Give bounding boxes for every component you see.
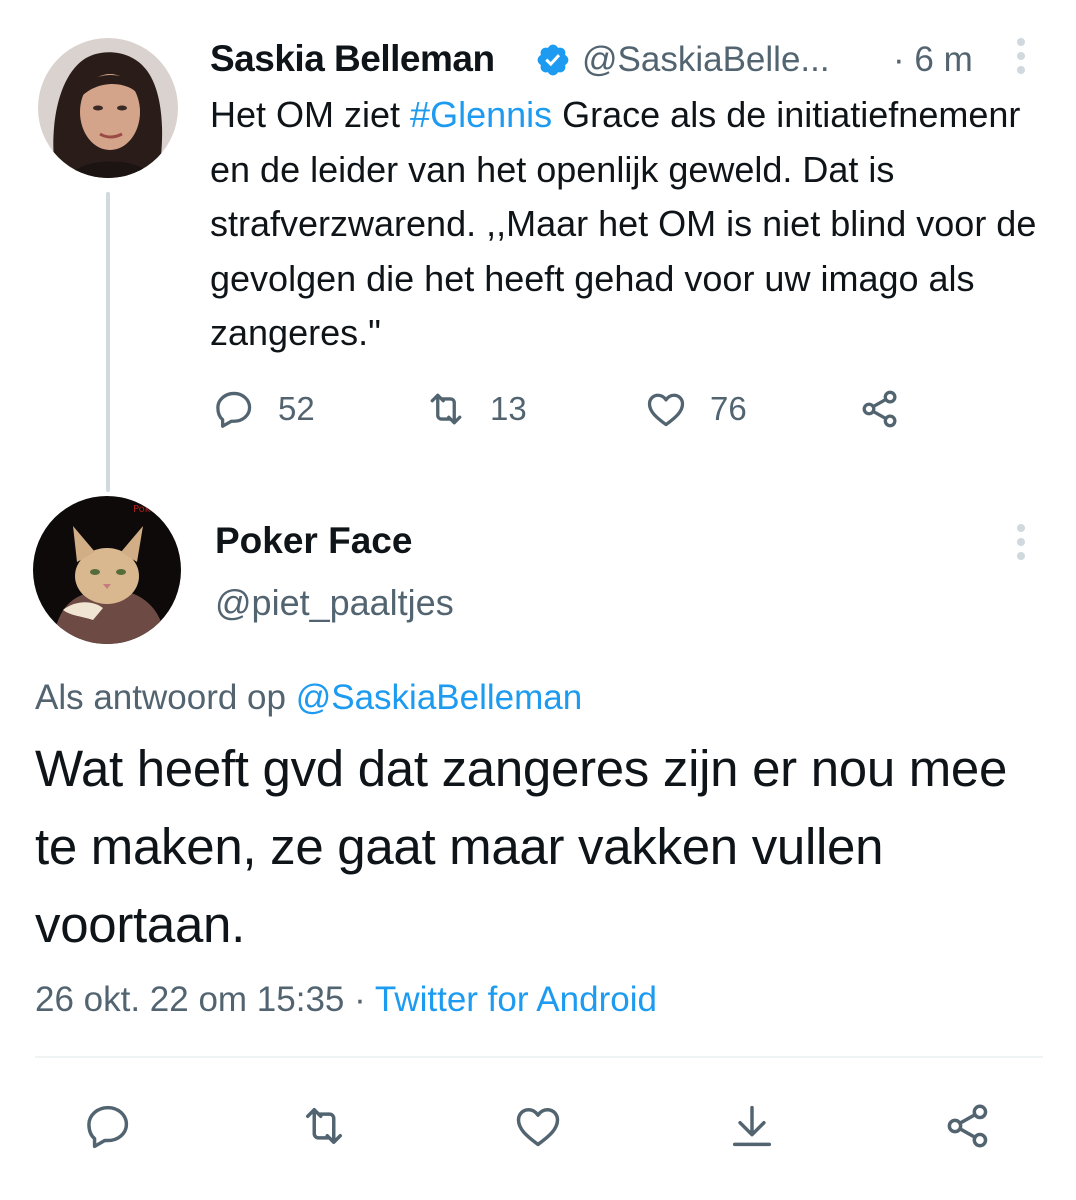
- author-handle[interactable]: @SaskiaBelle...: [582, 40, 830, 80]
- thread-connector-line: [106, 192, 110, 492]
- tweet-meta: 26 okt. 22 om 15:35 · Twitter for Androi…: [35, 980, 657, 1020]
- divider: [35, 1056, 1043, 1058]
- author-name[interactable]: Saskia Belleman: [210, 38, 495, 80]
- tweet-source-link[interactable]: Twitter for Android: [375, 980, 657, 1019]
- retweet-icon: [430, 393, 462, 425]
- tweet-timestamp[interactable]: 26 okt. 22 om 15:35: [35, 980, 344, 1019]
- hashtag-link[interactable]: #Glennis: [410, 94, 552, 135]
- like-button[interactable]: 76: [644, 384, 747, 434]
- share-icon[interactable]: [942, 1100, 994, 1152]
- retweet-button[interactable]: 13: [424, 384, 527, 434]
- reply-count: 52: [278, 390, 315, 427]
- verified-badge-icon: [535, 42, 571, 78]
- reply-to-label: Als antwoord op: [35, 678, 286, 717]
- svg-text:Poker Face: Poker Face: [133, 504, 181, 515]
- retweet-icon[interactable]: [298, 1100, 350, 1152]
- author-handle[interactable]: @piet_paaltjes: [215, 582, 454, 624]
- like-count: 76: [710, 390, 747, 427]
- download-icon[interactable]: [726, 1100, 778, 1152]
- retweet-count: 13: [490, 390, 527, 427]
- tweet-text-part: Het OM ziet: [210, 94, 411, 135]
- meta-separator: ·: [344, 980, 375, 1019]
- reply-to-handle-link[interactable]: @SaskiaBelleman: [296, 678, 583, 717]
- reply-context: Als antwoord op @SaskiaBelleman: [35, 678, 582, 718]
- heart-icon[interactable]: [512, 1100, 564, 1152]
- reply-button[interactable]: 52: [212, 384, 315, 434]
- reply-icon[interactable]: [82, 1100, 134, 1152]
- share-button[interactable]: [858, 384, 902, 434]
- tweet-text: Het OM ziet #Glennis Grace als de initia…: [210, 88, 1040, 361]
- avatar-saskia[interactable]: [38, 38, 178, 178]
- tweet-text: Wat heeft gvd dat zangeres zijn er nou m…: [35, 740, 1008, 953]
- more-vertical-icon[interactable]: [1010, 36, 1032, 76]
- tweet-time[interactable]: · 6 m: [893, 40, 973, 80]
- avatar-poker-face[interactable]: Poker Face: [33, 496, 181, 644]
- heart-icon: [647, 393, 685, 427]
- share-icon: [862, 390, 897, 428]
- reply-icon: [216, 391, 252, 428]
- author-name[interactable]: Poker Face: [215, 520, 412, 562]
- more-vertical-icon[interactable]: [1010, 522, 1032, 562]
